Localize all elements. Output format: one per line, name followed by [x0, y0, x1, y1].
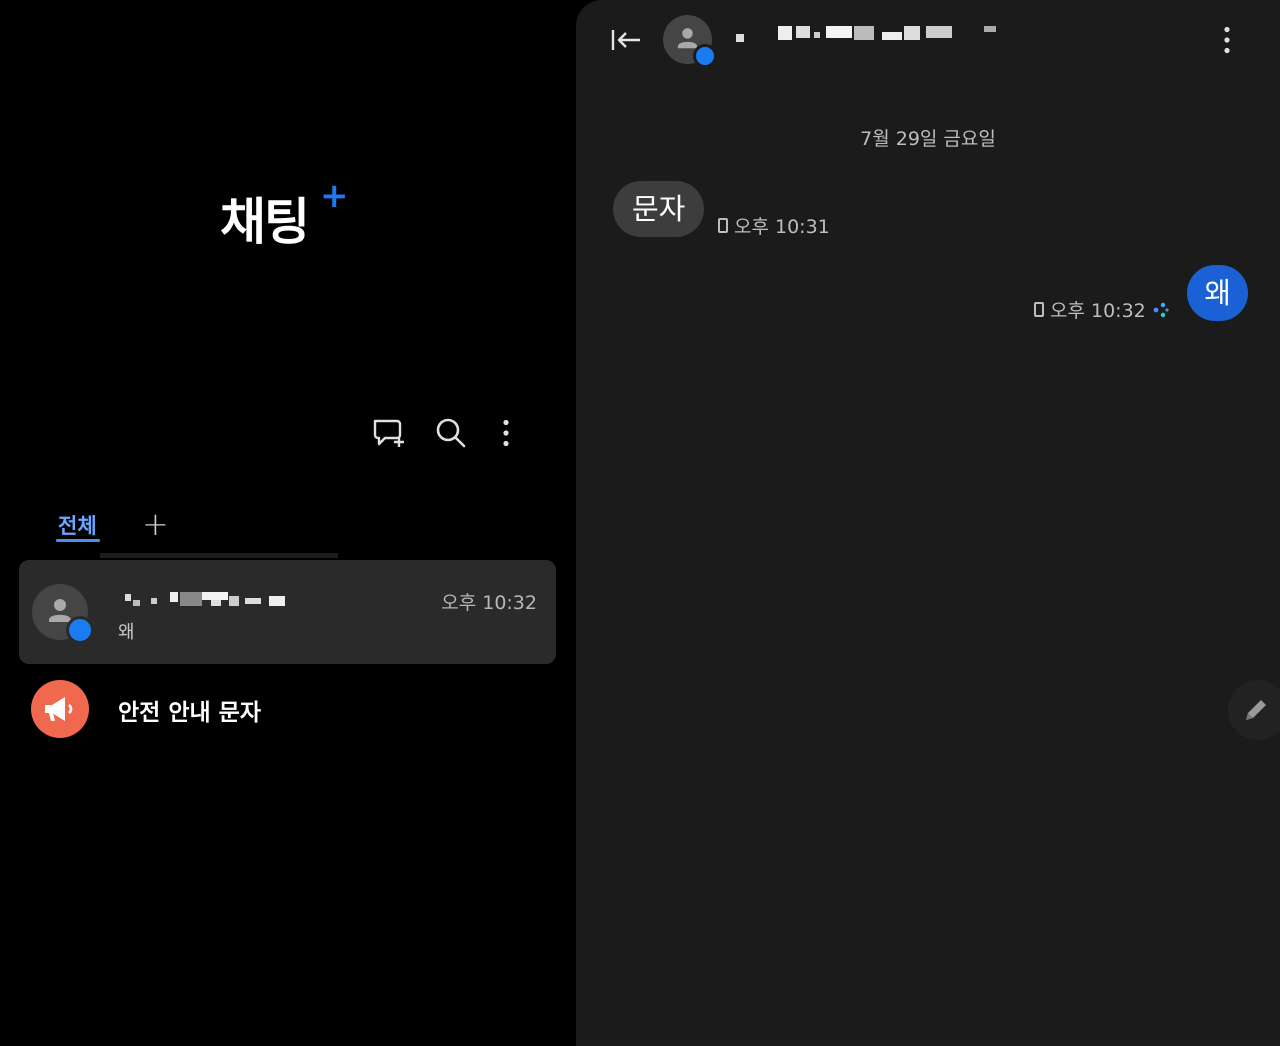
outgoing-message-meta: 오후 10:32 [1034, 296, 1170, 323]
conversation-time: 오후 10:32 [441, 592, 537, 614]
phone-icon [1034, 302, 1044, 317]
app-title: 채팅 + [220, 176, 348, 254]
chat-title-redacted[interactable] [736, 24, 1006, 42]
incoming-message-meta: 오후 10:31 [718, 212, 830, 239]
chat-plus-icon [373, 419, 404, 447]
outgoing-message-bubble[interactable]: 왜 [1187, 265, 1248, 321]
collapse-left-icon [611, 30, 640, 50]
collapse-panel-button[interactable] [606, 20, 646, 60]
more-options-button[interactable] [486, 413, 526, 453]
pencil-icon [1246, 700, 1266, 720]
add-category-button[interactable]: + [142, 508, 169, 540]
app-title-text: 채팅 [220, 193, 310, 251]
incoming-message-bubble[interactable]: 문자 [613, 181, 705, 237]
tab-all[interactable]: 전체 [58, 510, 97, 540]
chat-panel: 7월 29일 금요일 문자 오후 10:31 오후 10:32 왜 [576, 0, 1280, 1046]
search-icon [436, 418, 466, 448]
app-title-plus: + [320, 176, 348, 216]
incoming-message-time: 오후 10:31 [734, 216, 830, 238]
active-tab-indicator [56, 539, 100, 542]
date-separator: 7월 29일 금요일 [860, 128, 996, 150]
message-badge-icon [693, 44, 717, 68]
conversation-list-panel: 채팅 + 전체 + 오후 10:32 왜 안전 안내 문자 [0, 0, 576, 1046]
chat-avatar[interactable] [663, 15, 717, 68]
more-vert-icon [1224, 26, 1230, 54]
safety-alert-avatar[interactable] [31, 680, 89, 738]
phone-icon [718, 218, 728, 233]
conversation-item[interactable]: 오후 10:32 왜 [19, 560, 556, 664]
compose-button[interactable] [1228, 680, 1280, 740]
safety-alert-label[interactable]: 안전 안내 문자 [118, 693, 261, 727]
message-badge-icon [66, 616, 94, 644]
megaphone-icon [45, 697, 73, 721]
search-button[interactable] [431, 413, 471, 453]
conversation-preview: 왜 [118, 622, 135, 643]
avatar [32, 584, 94, 644]
chat-more-options-button[interactable] [1207, 20, 1247, 60]
contact-name-redacted [125, 592, 295, 606]
new-chat-button[interactable] [367, 413, 407, 453]
more-vert-icon [503, 419, 509, 447]
divider [100, 553, 338, 558]
outgoing-message-time: 오후 10:32 [1050, 300, 1146, 322]
delivered-status-icon [1153, 302, 1169, 317]
